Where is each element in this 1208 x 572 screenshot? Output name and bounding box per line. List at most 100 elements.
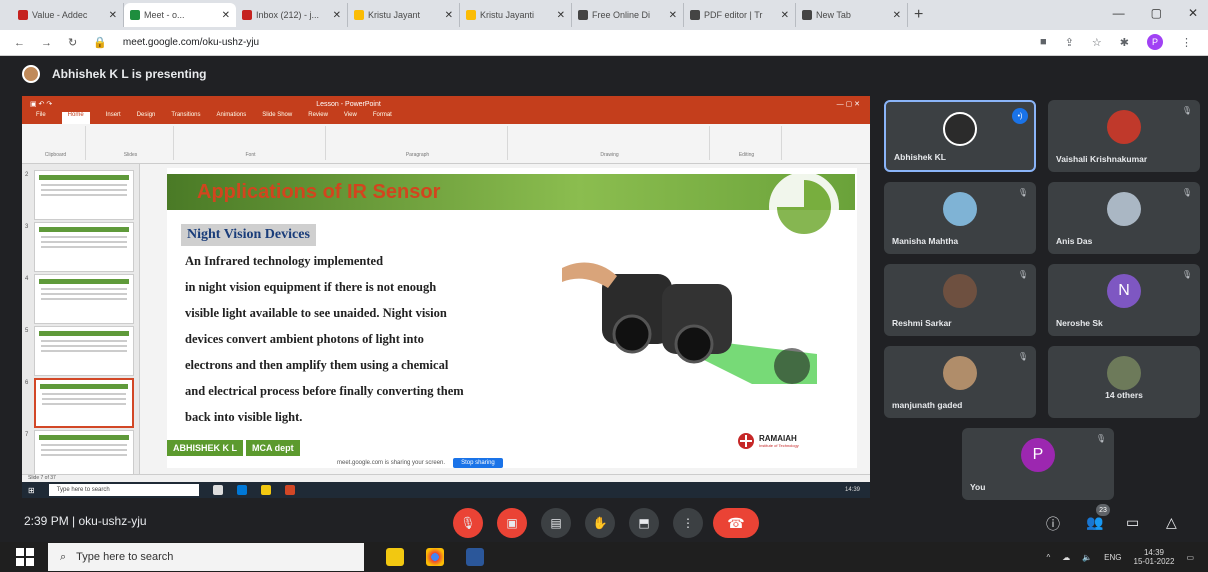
browser-tab[interactable]: Free Online Di ✕ [572,3,684,27]
slide-title: Applications of IR Sensor [197,180,441,203]
browser-tab[interactable]: New Tab ✕ [796,3,908,27]
camera-icon[interactable]: ■ [1040,36,1047,48]
ribbon-editing: Editing [712,126,782,160]
system-tray: ^ ☁ 🔈 ENG 14:39 15-01-2022 ▭ [1046,548,1194,566]
ribbon-tab[interactable]: Slide Show [262,112,292,124]
tab-close-icon[interactable]: ✕ [222,10,230,21]
forward-icon[interactable]: → [41,37,52,49]
ribbon-tab[interactable]: Format [373,112,392,124]
browser-tab[interactable]: Inbox (212) - j... ✕ [236,3,348,27]
participant-tile[interactable]: manjunath gaded 🎙 [884,346,1036,418]
slide-thumbnail[interactable] [34,274,134,324]
ppt-window-controls: — ▢ ✕ [836,101,860,108]
slide-thumbnail[interactable] [34,222,134,272]
browser-tab[interactable]: Kristu Jayant ✕ [348,3,460,27]
url-text[interactable]: meet.google.com/oku-ushz-yju [123,37,259,48]
slide-canvas: Applications of IR Sensor Night Vision D… [167,168,857,468]
meeting-code: oku-ushz-yju [78,514,147,528]
participant-tile[interactable]: Anis Das 🎙 [1048,182,1200,254]
stop-sharing-button[interactable]: Stop sharing [453,458,503,468]
participant-tile[interactable]: P You 🎙 [962,428,1114,500]
taskbar-search[interactable]: ⌕ Type here to search [48,543,364,571]
bookmark-star-icon[interactable]: ☆ [1092,36,1102,49]
tab-label: PDF editor | Tr [704,10,763,20]
profile-avatar[interactable]: P [1147,34,1163,50]
ppt-title: Lesson - PowerPoint [316,100,381,108]
participant-avatar [943,192,977,226]
ribbon-tab[interactable]: View [344,112,357,124]
browser-tab[interactable]: Kristu Jayanti ✕ [460,3,572,27]
more-options-button[interactable]: ⋮ [673,508,703,538]
tab-label: Meet - o... [144,10,185,20]
maximize-icon[interactable]: ▢ [1151,6,1162,20]
tab-close-icon[interactable]: ✕ [781,10,789,21]
browser-tab[interactable]: PDF editor | Tr ✕ [684,3,796,27]
back-icon[interactable]: ← [14,37,25,49]
chat-icon[interactable]: ▭ [1126,514,1139,531]
participant-tile[interactable]: Abhishek KL •) [884,100,1036,172]
menu-kebab-icon[interactable]: ⋮ [1181,36,1192,49]
shared-screen: ▣ ↶ ↷ Lesson - PowerPoint — ▢ ✕ File Home… [22,96,870,498]
browser-tab[interactable]: Meet - o... ✕ [124,3,236,27]
mic-off-button[interactable]: 🎙 [453,508,483,538]
tab-close-icon[interactable]: ✕ [557,10,565,21]
mic-off-icon: 🎙 [460,516,476,530]
clock[interactable]: 14:39 15-01-2022 [1134,548,1175,566]
present-button[interactable]: ⬒ [629,508,659,538]
share-icon[interactable]: ⇪ [1065,36,1074,49]
activities-icon[interactable]: △ [1166,514,1177,531]
word-icon[interactable] [466,548,484,566]
ribbon-tab[interactable]: Home [61,112,90,124]
clock-date: 15-01-2022 [1133,557,1175,566]
ribbon-tab[interactable]: Transitions [171,112,200,124]
participant-tile[interactable]: N Neroshe Sk 🎙 [1048,264,1200,336]
participant-tile[interactable]: 14 others [1048,346,1200,418]
tab-close-icon[interactable]: ✕ [445,10,453,21]
participant-tile[interactable]: Vaishali Krishnakumar 🎙 [1048,100,1200,172]
slide-thumbnail[interactable] [34,378,134,428]
raise-hand-button[interactable]: ✋ [585,508,615,538]
meeting-details-icon[interactable]: ⓘ [1046,514,1060,534]
ribbon-tab[interactable]: Insert [106,112,121,124]
tray-chevron-icon[interactable]: ^ [1046,553,1050,562]
captions-button[interactable]: ▤ [541,508,571,538]
windows-start-icon[interactable] [14,546,36,568]
notification-icon[interactable]: ▭ [1186,553,1194,562]
ribbon-tab[interactable]: Design [137,112,156,124]
presenter-bar: Abhishek K L is presenting [22,62,1202,86]
slide-thumbnail[interactable] [34,326,134,376]
camera-off-button[interactable]: ▣ [497,508,527,538]
language-indicator[interactable]: ENG [1104,553,1121,562]
slide-title-banner: Applications of IR Sensor [167,172,855,242]
close-icon[interactable]: ✕ [1188,6,1198,20]
ribbon-tab[interactable]: Animations [217,112,247,124]
minimize-icon[interactable]: — [1113,6,1125,20]
tab-close-icon[interactable]: ✕ [109,10,117,21]
ribbon-tab[interactable]: Review [308,112,328,124]
inner-taskview-icon [212,485,223,495]
tab-favicon-icon [18,10,28,20]
binoculars-image [562,262,817,384]
participant-tile[interactable]: Reshmi Sarkar 🎙 [884,264,1036,336]
network-icon[interactable]: ☁ [1062,553,1070,562]
tab-close-icon[interactable]: ✕ [333,10,341,21]
volume-icon[interactable]: 🔈 [1082,553,1092,562]
tab-close-icon[interactable]: ✕ [893,10,901,21]
windows-taskbar: ⌕ Type here to search [0,542,1208,572]
inner-edge-icon [236,485,247,495]
file-explorer-icon[interactable] [386,548,404,566]
tab-favicon-icon [242,10,252,20]
slide-thumbnail[interactable] [34,170,134,220]
chrome-icon[interactable] [426,548,444,566]
slide-thumbnail[interactable] [34,430,134,480]
people-icon[interactable]: 👥 [1086,514,1103,531]
tab-close-icon[interactable]: ✕ [669,10,677,21]
participant-tile[interactable]: Manisha Mahtha 🎙 [884,182,1036,254]
extensions-icon[interactable]: ✱ [1120,36,1129,49]
leave-call-button[interactable]: ☎ [713,508,759,538]
reload-icon[interactable]: ↻ [68,36,77,49]
inner-search: Type here to search [48,484,199,496]
new-tab-button[interactable]: + [914,6,923,24]
ribbon-tab[interactable]: File [36,112,46,124]
browser-tab[interactable]: Value - Addec ✕ [12,3,124,27]
